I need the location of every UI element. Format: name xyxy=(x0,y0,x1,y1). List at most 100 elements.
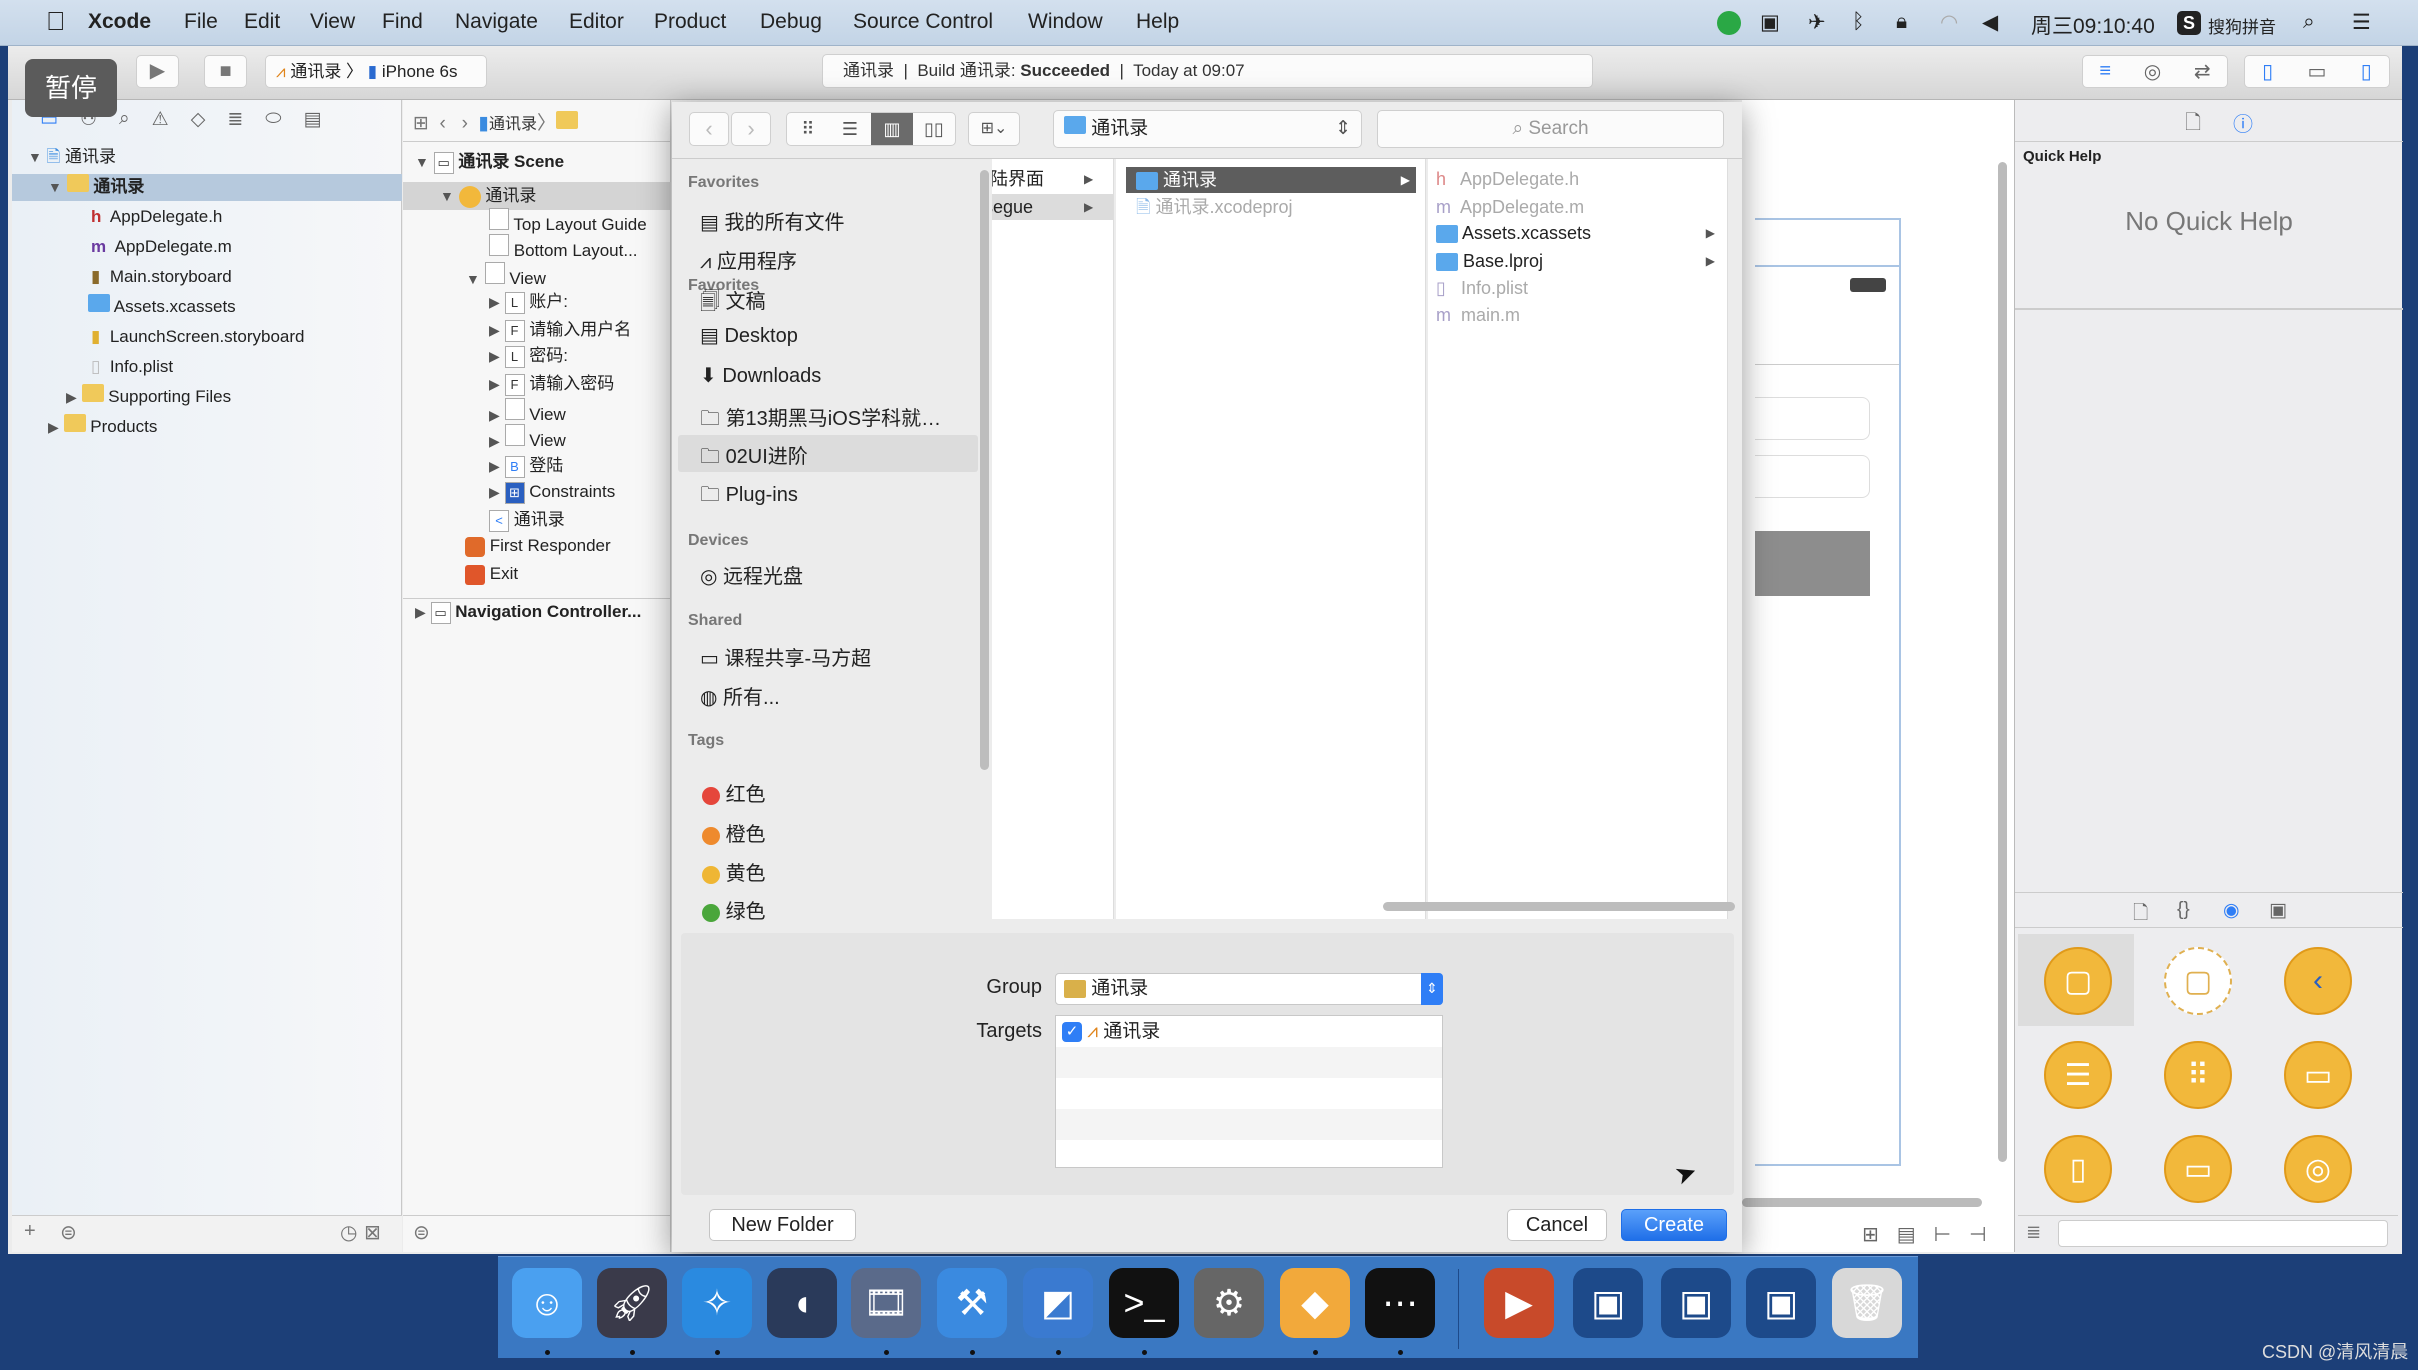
standard-editor-icon[interactable]: ≡ xyxy=(2099,60,2111,83)
airplane-icon[interactable]: ✈ xyxy=(1808,10,1826,35)
search-field[interactable]: ⌕ Search xyxy=(1377,110,1724,148)
tree-item-project[interactable]: ▼ 🗎︎ 通讯录 xyxy=(28,143,116,171)
stop-button[interactable]: ■ xyxy=(204,55,247,88)
column-row[interactable]: 登陆界面▶ xyxy=(992,166,1102,192)
scheme-selector[interactable]: ⩘ 通讯录 〉 ▮ iPhone 6s xyxy=(265,55,487,88)
sidebar-item-applications[interactable]: ⩘ 应用程序 xyxy=(700,245,797,274)
dock-console-icon[interactable]: ⋯ xyxy=(1365,1268,1435,1338)
create-button[interactable]: Create xyxy=(1621,1209,1727,1241)
tree-item-file[interactable]: m AppDelegate.m xyxy=(91,233,232,261)
column-row-selected[interactable]: 通讯录 ▶ xyxy=(1126,167,1416,193)
lock-icon[interactable]: 🔒︎ xyxy=(1896,10,1907,34)
glkit-view-controller-icon[interactable]: ◎ xyxy=(2284,1135,2352,1203)
menu-help[interactable]: Help xyxy=(1136,10,1179,34)
cover-flow-icon[interactable]: ▯▯ xyxy=(913,113,955,145)
toggle-utilities-icon[interactable]: ▯ xyxy=(2361,59,2372,84)
dock-trash-icon[interactable]: 🗑︎ xyxy=(1832,1268,1902,1338)
notification-center-icon[interactable]: ☰ xyxy=(2352,10,2371,35)
menu-edit[interactable]: Edit xyxy=(244,10,280,34)
dock-terminal-icon[interactable]: >_ xyxy=(1109,1268,1179,1338)
media-library-icon[interactable]: ▣ xyxy=(2269,899,2287,922)
outline-scene[interactable]: ▼ ▭ 通讯录 Scene xyxy=(415,148,564,176)
dock-screenshot-1-icon[interactable]: ▣ xyxy=(1573,1268,1643,1338)
storyboard-reference-icon[interactable]: ▢ xyxy=(2164,947,2232,1015)
version-editor-icon[interactable]: ⇄ xyxy=(2194,59,2211,84)
column-view-icon[interactable]: ▥ xyxy=(871,113,913,145)
file-template-library-icon[interactable]: 🗋︎ xyxy=(2133,899,2148,931)
apple-menu-icon[interactable]:  xyxy=(46,6,66,37)
object-library-icon[interactable]: ◉ xyxy=(2223,899,2240,922)
path-popup[interactable]: 通讯录 ⇕ xyxy=(1053,110,1362,148)
dock-system-preferences-icon[interactable]: ⚙ xyxy=(1194,1268,1264,1338)
dock-media-app-icon[interactable]: ▶ xyxy=(1484,1268,1554,1338)
canvas-scrollbar[interactable] xyxy=(1998,162,2007,1162)
sidebar-item-folder[interactable]: 🗀︎ Plug-ins xyxy=(700,480,798,514)
code-snippet-library-icon[interactable]: {} xyxy=(2177,899,2190,921)
dock-xcode-icon[interactable]: ⚒ xyxy=(937,1268,1007,1338)
tree-item-file[interactable]: ▯ Info.plist xyxy=(91,353,173,381)
group-popup[interactable]: 通讯录 ⇕ xyxy=(1055,973,1443,1005)
login-button[interactable] xyxy=(1755,531,1870,596)
outline-item[interactable]: Exit xyxy=(465,560,518,588)
bluetooth-icon[interactable]: ᛒ xyxy=(1852,10,1865,34)
back-button[interactable]: ‹ xyxy=(689,112,729,146)
menu-editor[interactable]: Editor xyxy=(569,10,624,34)
sidebar-item-tag[interactable]: 橙色 xyxy=(702,818,766,847)
outline-item[interactable]: ▶ F 请输入用户名 xyxy=(489,316,631,344)
screen-record-icon[interactable]: ▣ xyxy=(1760,10,1780,35)
dock-simulator-icon[interactable]: ◩ xyxy=(1023,1268,1093,1338)
outline-item[interactable]: Bottom Layout... xyxy=(489,234,638,262)
tree-item-group[interactable]: ▶ Supporting Files xyxy=(66,383,231,411)
outline-item[interactable]: ▼ 通讯录 xyxy=(440,182,536,210)
volume-icon[interactable]: ◀ xyxy=(1982,10,1998,35)
spotlight-icon[interactable]: ⌕ xyxy=(2303,10,2315,34)
table-view-controller-icon[interactable]: ☰ xyxy=(2044,1041,2112,1109)
menu-view[interactable]: View xyxy=(310,10,355,34)
sidebar-item-downloads[interactable]: ⬇︎ Downloads xyxy=(700,363,821,388)
sidebar-item-tag[interactable]: 红色 xyxy=(702,778,766,807)
tree-item-file[interactable]: ▮ Main.storyboard xyxy=(91,263,232,291)
menu-product[interactable]: Product xyxy=(654,10,726,34)
outline-item[interactable]: ▶ ⊞ Constraints xyxy=(489,478,615,506)
sidebar-item-folder[interactable]: 🗀︎ 第13期黑马iOS学科就… xyxy=(700,402,941,438)
outline-item[interactable]: ▶ L 密码: xyxy=(489,342,568,370)
new-folder-button[interactable]: New Folder xyxy=(709,1209,856,1241)
status-app-icon[interactable] xyxy=(1717,11,1741,35)
menu-find[interactable]: Find xyxy=(382,10,423,34)
filter-icon[interactable]: ⊜ xyxy=(413,1222,430,1244)
outline-item[interactable]: ▶ View xyxy=(489,398,566,426)
quick-help-icon[interactable]: ⓘ xyxy=(2233,108,2253,137)
outline-item[interactable]: Top Layout Guide xyxy=(489,208,647,236)
outline-item[interactable]: ▼ View xyxy=(466,262,546,290)
outline-scene[interactable]: ▶ ▭ Navigation Controller... xyxy=(415,598,641,626)
assistant-editor-icon[interactable]: ◎ xyxy=(2144,59,2161,84)
file-inspector-icon[interactable]: 🗋︎ xyxy=(2185,108,2201,142)
sidebar-item-shared[interactable]: ▭ 课程共享-马方超 xyxy=(700,642,871,671)
sidebar-item-remote-disc[interactable]: ◎ 远程光盘 xyxy=(700,560,803,589)
cancel-button[interactable]: Cancel xyxy=(1507,1209,1607,1241)
resolve-icon[interactable]: ⊣ xyxy=(1969,1222,1986,1247)
outline-item[interactable]: ▶ L 账户: xyxy=(489,288,568,316)
forward-button[interactable]: › xyxy=(731,112,771,146)
menu-xcode[interactable]: Xcode xyxy=(88,10,151,34)
run-button[interactable]: ▶ xyxy=(136,55,179,88)
dock-finder-icon[interactable]: ☺ xyxy=(512,1268,582,1338)
add-icon[interactable]: + xyxy=(24,1220,36,1243)
sidebar-item-shared-all[interactable]: ◍ 所有... xyxy=(700,681,780,710)
icon-view-icon[interactable]: ⠿ xyxy=(787,113,829,145)
password-field[interactable] xyxy=(1755,455,1870,498)
canvas-h-scrollbar[interactable] xyxy=(1742,1198,1982,1207)
tree-item-group[interactable]: ▼ 通讯录 xyxy=(48,173,144,201)
view-controller-object-icon[interactable]: ▢ xyxy=(2044,947,2112,1015)
clock[interactable]: 周三09:10:40 xyxy=(2031,10,2155,40)
dock-mouse-app-icon[interactable]: ◖ xyxy=(767,1268,837,1338)
outline-item[interactable]: < 通讯录 xyxy=(489,506,565,534)
column-row[interactable]: segue▶ xyxy=(992,194,1113,220)
recent-files-icon[interactable]: ◷ xyxy=(340,1220,357,1245)
tree-item-group[interactable]: ▶ Products xyxy=(48,413,157,441)
target-checkbox[interactable]: ✓ xyxy=(1062,1021,1082,1042)
storyboard-canvas[interactable]: ⊞ ▤ ⊢ ⊣ xyxy=(1742,100,2014,1252)
embed-icon[interactable]: ⊞ xyxy=(1862,1222,1879,1247)
menu-navigate[interactable]: Navigate xyxy=(455,10,538,34)
dock-launchpad-icon[interactable]: 🚀︎ xyxy=(597,1268,667,1338)
